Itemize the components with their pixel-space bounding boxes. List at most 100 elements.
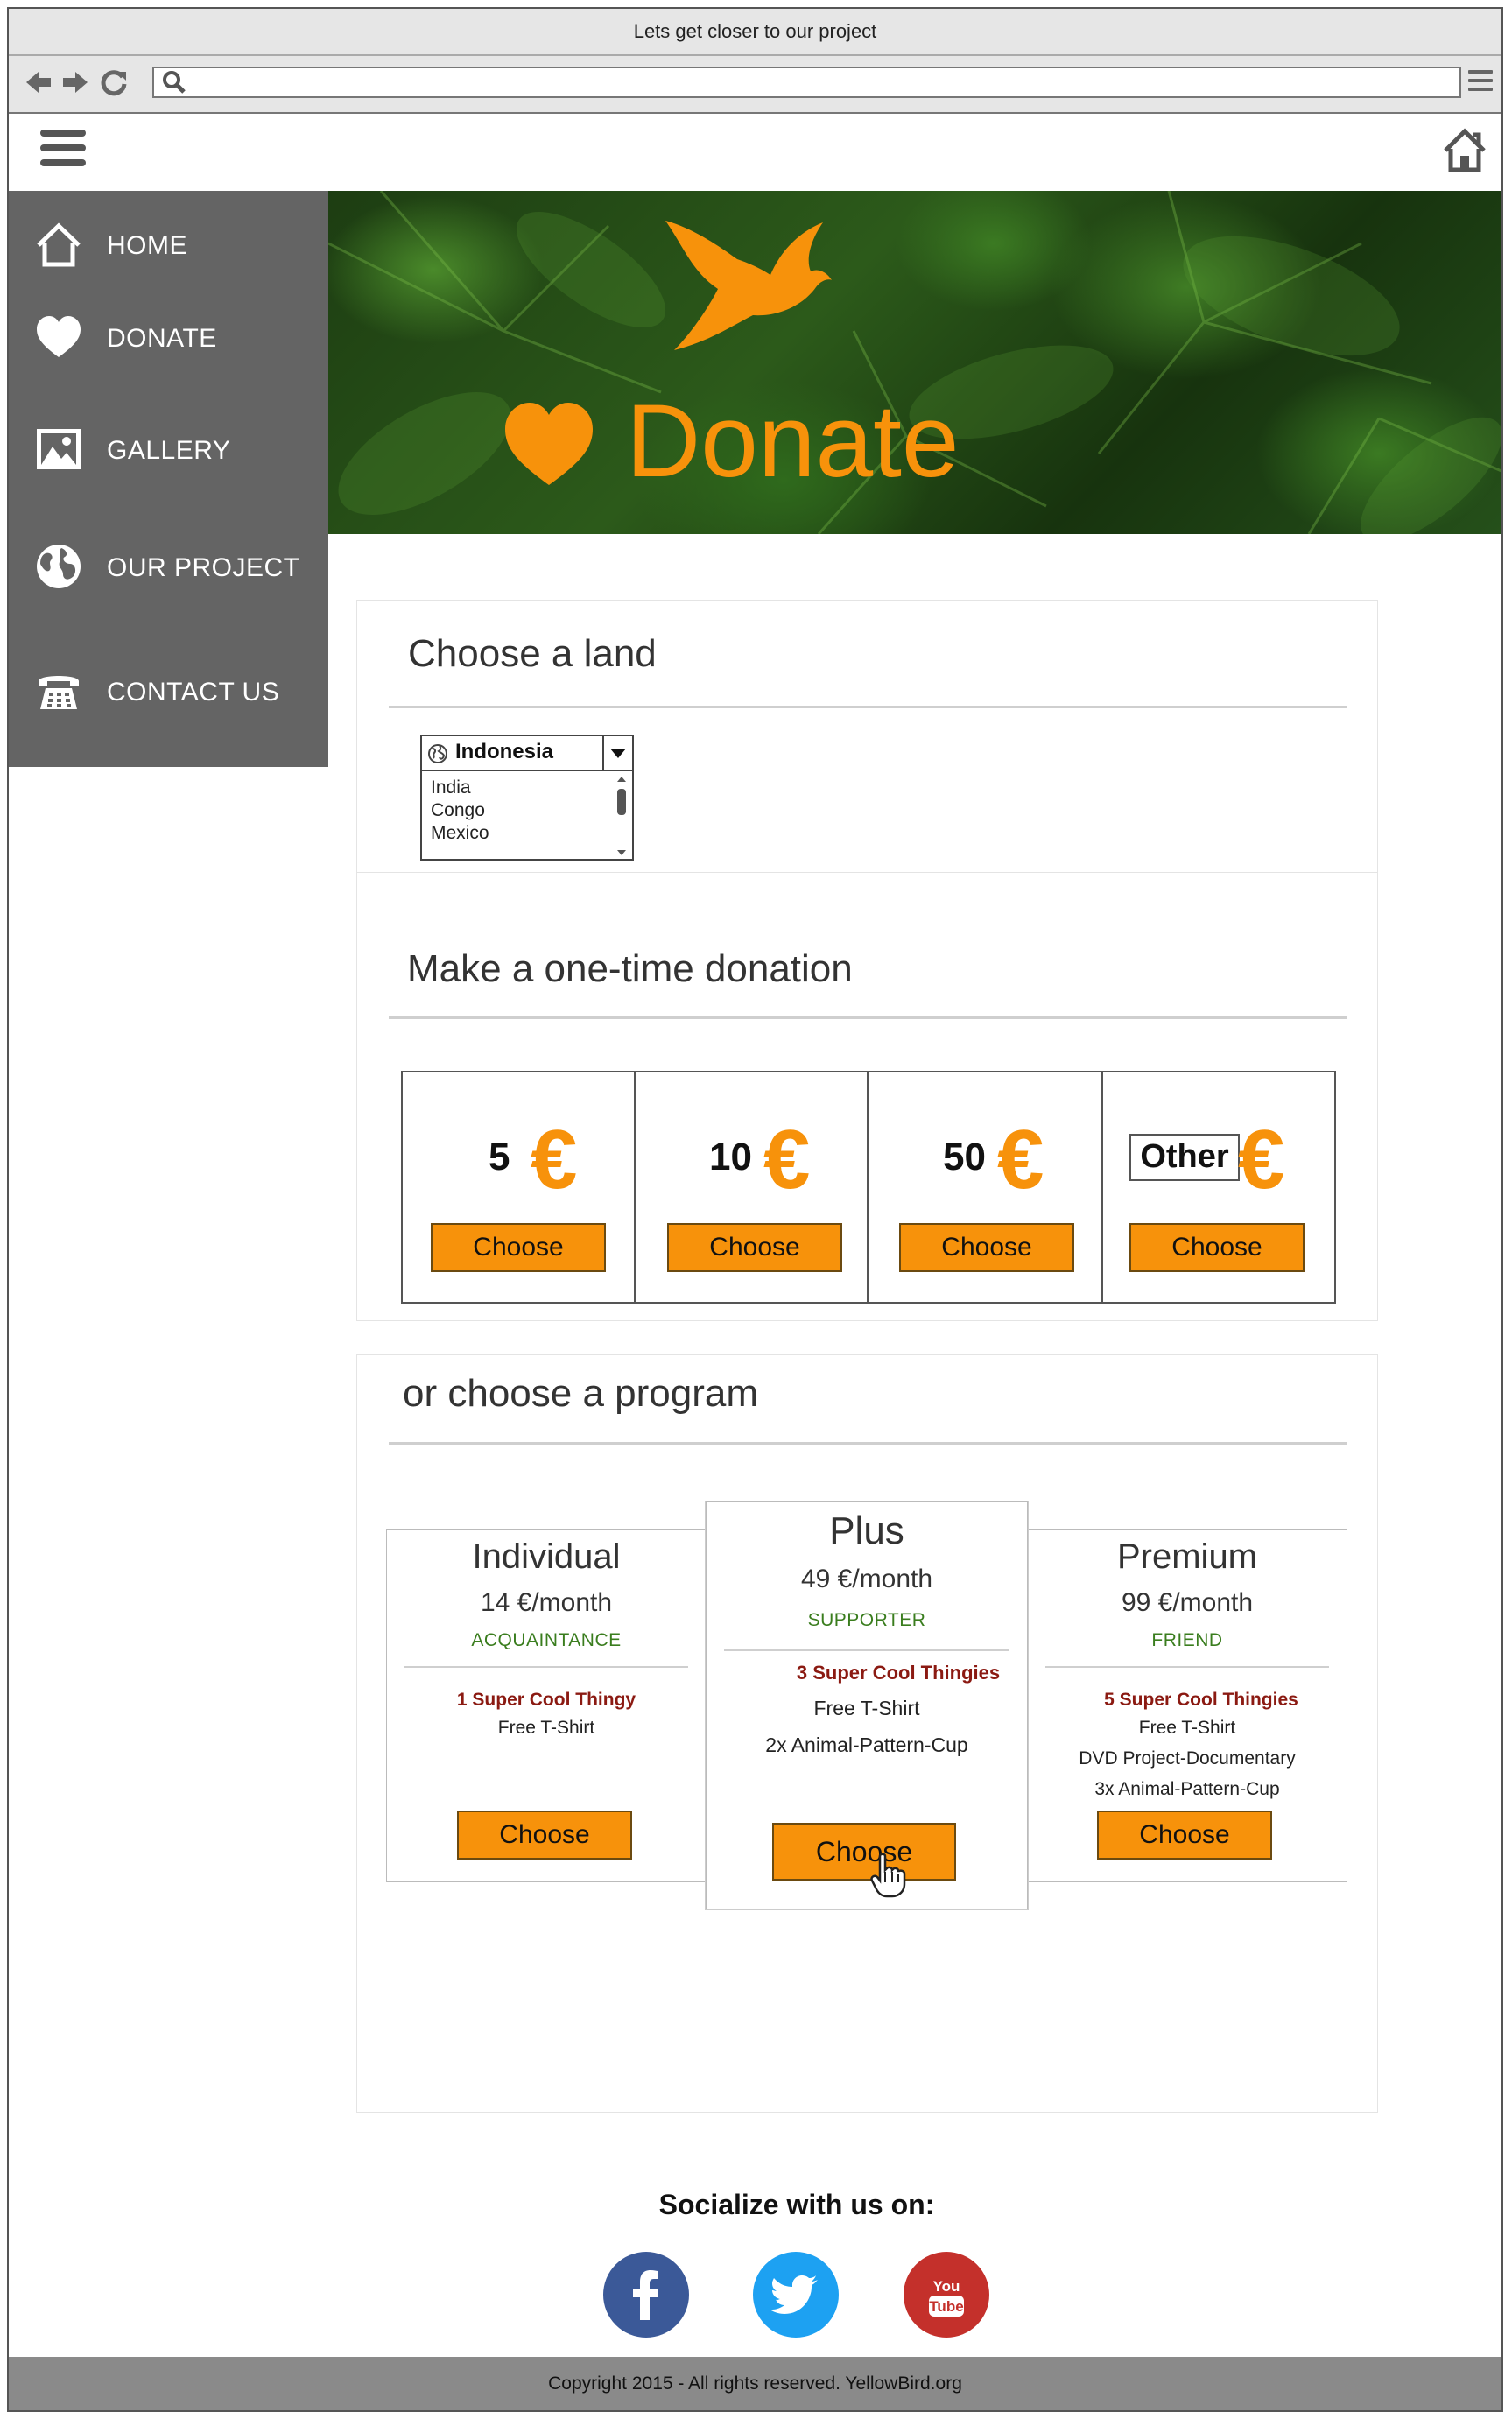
country-options-list: India Congo Mexico bbox=[431, 777, 489, 845]
plan-perk: Free T-Shirt bbox=[1138, 1718, 1236, 1738]
plan-premium: Premium 99 €/month FRIEND 5 Super Cool T… bbox=[1027, 1529, 1347, 1882]
hero-banner: Donate bbox=[328, 191, 1501, 534]
choose-amount-button[interactable]: Choose bbox=[1129, 1223, 1305, 1272]
hand-cursor-icon bbox=[870, 1853, 906, 1898]
sidebar-item-label: OUR PROJECT bbox=[107, 553, 300, 582]
euro-icon: € bbox=[997, 1113, 1044, 1206]
sidebar-nav: HOME DONATE GALLERY OUR PROJECT CONTACT … bbox=[9, 191, 328, 767]
plan-name: Plus bbox=[829, 1509, 904, 1552]
choose-amount-button[interactable]: Choose bbox=[667, 1223, 842, 1272]
plan-name: Individual bbox=[472, 1537, 621, 1576]
plan-tier: SUPPORTER bbox=[807, 1610, 926, 1630]
amount-value: 5 bbox=[489, 1136, 510, 1178]
program-heading: or choose a program bbox=[403, 1372, 758, 1415]
amount-option-10[interactable]: 10 € Choose bbox=[634, 1071, 869, 1304]
youtube-icon: You Tube bbox=[929, 2278, 964, 2317]
twitter-bird-icon bbox=[770, 2275, 818, 2314]
plan-main-perk: 5 Super Cool Thingies bbox=[1104, 1690, 1298, 1710]
twitter-link[interactable] bbox=[753, 2252, 839, 2338]
plan-perk: 3x Animal-Pattern-Cup bbox=[1094, 1779, 1280, 1799]
plan-perk: Free T-Shirt bbox=[497, 1718, 595, 1738]
hamburger-menu-icon[interactable] bbox=[40, 130, 86, 174]
home-icon[interactable] bbox=[1440, 126, 1489, 175]
heading-underline bbox=[389, 706, 1347, 708]
forward-arrow-icon[interactable] bbox=[58, 65, 93, 100]
section-divider bbox=[357, 872, 1377, 873]
plan-divider bbox=[724, 1649, 1009, 1651]
plan-price: 14 €/month bbox=[480, 1588, 613, 1617]
country-option[interactable]: Congo bbox=[431, 799, 489, 822]
scrollbar[interactable] bbox=[615, 775, 629, 857]
sidebar-item-label: HOME bbox=[107, 231, 187, 260]
back-arrow-icon[interactable] bbox=[21, 65, 56, 100]
sidebar-item-label: CONTACT US bbox=[107, 678, 280, 707]
reload-icon[interactable] bbox=[96, 65, 131, 100]
footer: Copyright 2015 - All rights reserved. Ye… bbox=[9, 2357, 1501, 2410]
plan-price: 99 €/month bbox=[1121, 1588, 1254, 1617]
plan-main-perk: 3 Super Cool Thingies bbox=[796, 1662, 1001, 1684]
choose-plan-button[interactable]: Choose bbox=[457, 1811, 632, 1860]
address-bar[interactable] bbox=[152, 67, 1461, 98]
window-title: Lets get closer to our project bbox=[9, 9, 1501, 56]
plan-name: Premium bbox=[1116, 1537, 1258, 1576]
svg-text:Tube: Tube bbox=[929, 2298, 963, 2315]
browser-menu-icon[interactable] bbox=[1468, 70, 1493, 96]
sidebar-item-gallery[interactable]: GALLERY bbox=[9, 415, 328, 485]
youtube-link[interactable]: You Tube bbox=[904, 2252, 989, 2338]
euro-icon: € bbox=[763, 1113, 811, 1206]
sidebar-item-home[interactable]: HOME bbox=[9, 210, 328, 280]
sidebar-item-donate[interactable]: DONATE bbox=[9, 303, 328, 373]
plan-tier: ACQUAINTANCE bbox=[471, 1630, 622, 1650]
image-icon bbox=[37, 429, 81, 469]
phone-icon bbox=[39, 676, 79, 709]
search-icon bbox=[163, 71, 186, 94]
heart-icon bbox=[37, 316, 81, 357]
dropdown-arrow-icon[interactable] bbox=[602, 736, 632, 770]
plan-perk: Free T-Shirt bbox=[813, 1697, 920, 1719]
sidebar-item-contact-us[interactable]: CONTACT US bbox=[9, 657, 328, 727]
bird-logo-icon bbox=[665, 221, 832, 350]
globe-icon bbox=[428, 744, 447, 763]
home-icon bbox=[37, 222, 81, 267]
plan-perk: DVD Project-Documentary bbox=[1079, 1748, 1296, 1769]
plan-individual: Individual 14 €/month ACQUAINTANCE 1 Sup… bbox=[386, 1529, 707, 1882]
amount-value: 50 bbox=[943, 1136, 986, 1178]
page-title: Donate bbox=[626, 383, 960, 499]
app-header bbox=[9, 114, 1501, 191]
country-option[interactable]: Mexico bbox=[431, 822, 489, 845]
plan-main-perk: 1 Super Cool Thingy bbox=[456, 1690, 636, 1710]
choose-plan-button[interactable]: Choose bbox=[1097, 1811, 1272, 1860]
one-time-heading: Make a one-time donation bbox=[407, 947, 853, 990]
heading-underline bbox=[389, 1016, 1347, 1019]
plan-divider bbox=[404, 1666, 688, 1668]
choose-plan-button[interactable]: Choose bbox=[772, 1823, 956, 1881]
amount-option-other[interactable]: Other € Choose bbox=[1101, 1071, 1336, 1304]
globe-icon bbox=[37, 545, 81, 588]
euro-icon: € bbox=[1238, 1113, 1285, 1206]
choose-land-heading: Choose a land bbox=[408, 632, 657, 675]
social-heading: Socialize with us on: bbox=[658, 2189, 935, 2220]
sidebar-item-label: DONATE bbox=[107, 324, 217, 353]
facebook-link[interactable] bbox=[603, 2252, 689, 2338]
choose-amount-button[interactable]: Choose bbox=[899, 1223, 1074, 1272]
amount-option-50[interactable]: 50 € Choose bbox=[868, 1071, 1102, 1304]
amount-option-5[interactable]: 5 € Choose bbox=[401, 1071, 636, 1304]
country-select[interactable]: Indonesia India Congo Mexico bbox=[420, 735, 634, 861]
sidebar-item-label: GALLERY bbox=[107, 436, 231, 465]
country-option[interactable]: India bbox=[431, 777, 489, 799]
selected-country: Indonesia bbox=[455, 740, 554, 763]
sidebar-item-our-project[interactable]: OUR PROJECT bbox=[9, 532, 328, 602]
other-amount-input[interactable]: Other bbox=[1129, 1134, 1240, 1181]
facebook-icon bbox=[633, 2270, 658, 2320]
plan-divider bbox=[1045, 1666, 1329, 1668]
svg-text:You: You bbox=[933, 2278, 960, 2295]
heading-underline bbox=[389, 1442, 1347, 1445]
amount-value: 10 bbox=[709, 1136, 752, 1178]
choose-amount-button[interactable]: Choose bbox=[431, 1223, 606, 1272]
plan-tier: FRIEND bbox=[1151, 1630, 1223, 1650]
country-select-header[interactable]: Indonesia bbox=[422, 736, 632, 771]
euro-icon: € bbox=[531, 1113, 578, 1206]
browser-toolbar bbox=[9, 56, 1501, 114]
plan-price: 49 €/month bbox=[800, 1565, 933, 1593]
plan-plus: Plus 49 €/month SUPPORTER 3 Super Cool T… bbox=[706, 1501, 1028, 1909]
